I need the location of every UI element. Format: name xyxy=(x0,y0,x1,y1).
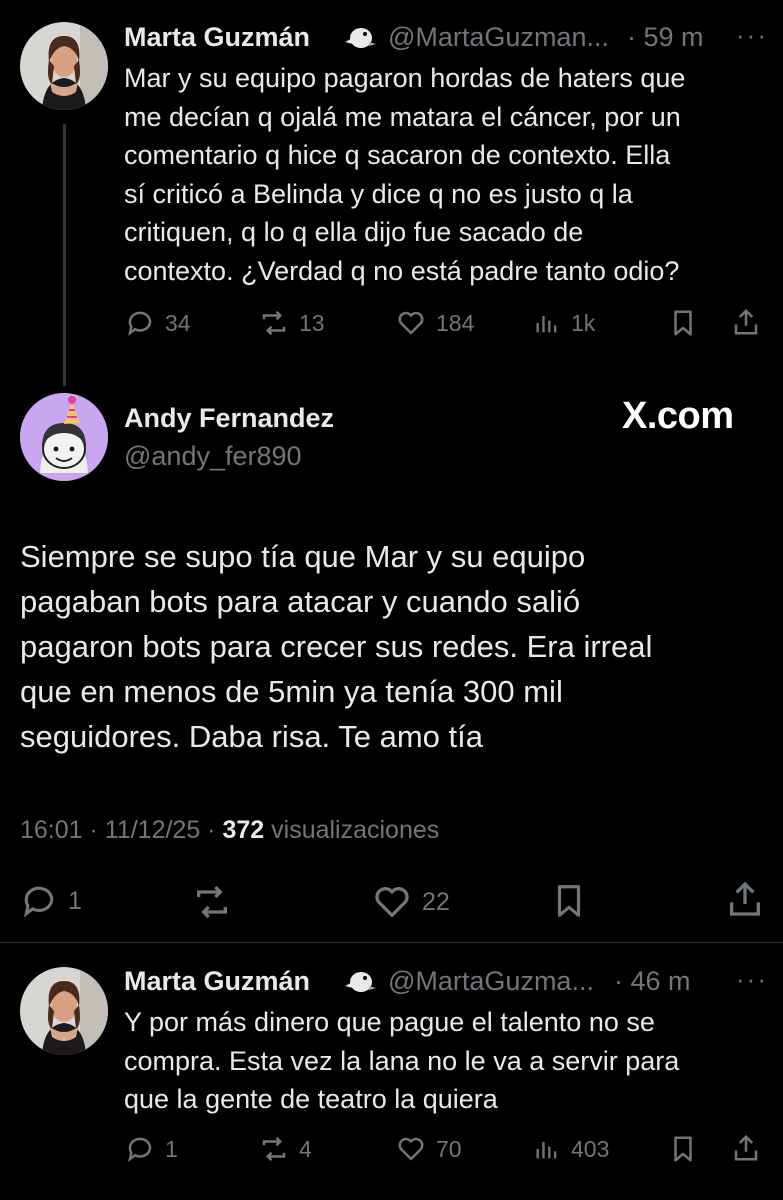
reply-button[interactable]: 34 xyxy=(125,308,191,338)
more-options-icon[interactable]: ··· xyxy=(736,20,768,51)
retweet-icon xyxy=(197,885,227,919)
tweet-text-line: que en menos de 5min ya tenía 300 mil xyxy=(20,674,563,709)
reply-icon xyxy=(23,886,54,918)
post-time[interactable]: · 46 m xyxy=(614,966,691,997)
thread-connector-line xyxy=(63,124,66,386)
author-handle[interactable]: @MartaGuzman... xyxy=(388,22,609,53)
reply-button[interactable]: 1 xyxy=(125,1134,178,1164)
view-count: 372 xyxy=(222,816,265,844)
reply-icon xyxy=(128,311,152,336)
avatar-party-kid-icon xyxy=(20,393,108,481)
tweet-text-line: pagaban bots para atacar y cuando salió xyxy=(20,584,581,619)
reply-count: 1 xyxy=(165,1135,178,1162)
post-time[interactable]: · 59 m xyxy=(627,22,704,53)
like-count: 184 xyxy=(436,309,475,336)
avatar[interactable] xyxy=(20,393,108,481)
views-label: visualizaciones xyxy=(264,816,440,844)
author-name[interactable]: Andy Fernandez xyxy=(124,403,334,434)
view-count: 403 xyxy=(571,1135,610,1162)
retweet-button[interactable]: 4 xyxy=(259,1134,312,1164)
divider xyxy=(0,942,783,943)
heart-icon xyxy=(398,311,424,335)
author-handle[interactable]: @andy_fer890 xyxy=(124,441,302,472)
bookmark-icon[interactable] xyxy=(668,1134,698,1169)
tweet-text-line: compra. Esta vez la lana no le va a serv… xyxy=(124,1045,680,1076)
avatar-photo-icon xyxy=(20,967,108,1055)
bookmark-icon[interactable] xyxy=(668,308,698,343)
x-brand-watermark: X.com xyxy=(622,395,734,437)
tweet-text-line: que la gente de teatro la quiera xyxy=(124,1084,498,1115)
tweet-text-line: contexto. ¿Verdad q no está padre tanto … xyxy=(124,255,680,286)
more-options-icon[interactable]: ··· xyxy=(736,964,768,995)
like-button[interactable]: 22 xyxy=(372,882,450,922)
retweet-icon xyxy=(262,310,286,336)
reply-count: 34 xyxy=(165,309,191,336)
post-timestamp[interactable]: 16:01 · 11/12/25 · xyxy=(20,816,222,844)
like-count: 70 xyxy=(436,1135,462,1162)
author-name[interactable]: Marta Guzmán xyxy=(124,966,310,997)
share-icon[interactable] xyxy=(731,306,761,343)
retweet-icon xyxy=(262,1136,286,1162)
like-button[interactable]: 184 xyxy=(396,308,474,338)
like-button[interactable]: 70 xyxy=(396,1134,462,1164)
avatar-photo-icon xyxy=(20,22,108,110)
reply-count: 1 xyxy=(68,886,82,915)
reply-button[interactable]: 1 xyxy=(20,882,82,920)
avatar[interactable] xyxy=(20,967,108,1055)
tweet-body: Siempre se supo tía que Mar y su equipo … xyxy=(20,534,765,759)
share-icon[interactable] xyxy=(731,1132,761,1169)
analytics-icon xyxy=(536,316,557,333)
avatar[interactable] xyxy=(20,22,108,110)
tweet-text-line: pagaron bots para crecer sus redes. Era … xyxy=(20,629,653,664)
bookmark-icon[interactable] xyxy=(550,880,588,927)
tweet-text-line: seguidores. Daba risa. Te amo tía xyxy=(20,719,483,754)
author-name[interactable]: Marta Guzmán xyxy=(124,22,310,53)
retweet-button[interactable] xyxy=(192,882,232,927)
share-icon[interactable] xyxy=(725,878,765,925)
bird-icon xyxy=(343,22,377,57)
retweet-count: 13 xyxy=(299,309,325,336)
tweet-body: Mar y su equipo pagaron hordas de haters… xyxy=(124,59,774,291)
reply-icon xyxy=(128,1137,152,1162)
tweet-text-line: me decían q ojalá me matara el cáncer, p… xyxy=(124,101,681,132)
author-handle[interactable]: @MartaGuzma... xyxy=(388,966,594,997)
bird-icon xyxy=(343,966,377,1001)
retweet-count: 4 xyxy=(299,1135,312,1162)
tweet-body: Y por más dinero que pague el talento no… xyxy=(124,1003,774,1119)
retweet-button[interactable]: 13 xyxy=(259,308,325,338)
tweet-text-line: Siempre se supo tía que Mar y su equipo xyxy=(20,539,586,574)
heart-icon xyxy=(398,1137,424,1161)
views-button[interactable]: 1k xyxy=(533,308,595,338)
tweet-text-line: Mar y su equipo pagaron hordas de haters… xyxy=(124,63,686,93)
tweet-text-line: critiquen, q lo q ella dijo fue sacado d… xyxy=(124,217,584,248)
views-button[interactable]: 403 xyxy=(533,1134,609,1164)
tweet-text-line: sí criticó a Belinda y dice q no es just… xyxy=(124,178,633,209)
view-count: 1k xyxy=(571,309,596,336)
tweet-text-line: Y por más dinero que pague el talento no… xyxy=(124,1007,655,1037)
timestamp-views: 16:01 · 11/12/25 · 372 visualizaciones xyxy=(20,816,439,845)
like-count: 22 xyxy=(422,887,450,916)
heart-icon xyxy=(375,887,409,917)
tweet-text-line: comentario q hice q sacaron de contexto.… xyxy=(124,140,671,171)
analytics-icon xyxy=(536,1142,557,1159)
